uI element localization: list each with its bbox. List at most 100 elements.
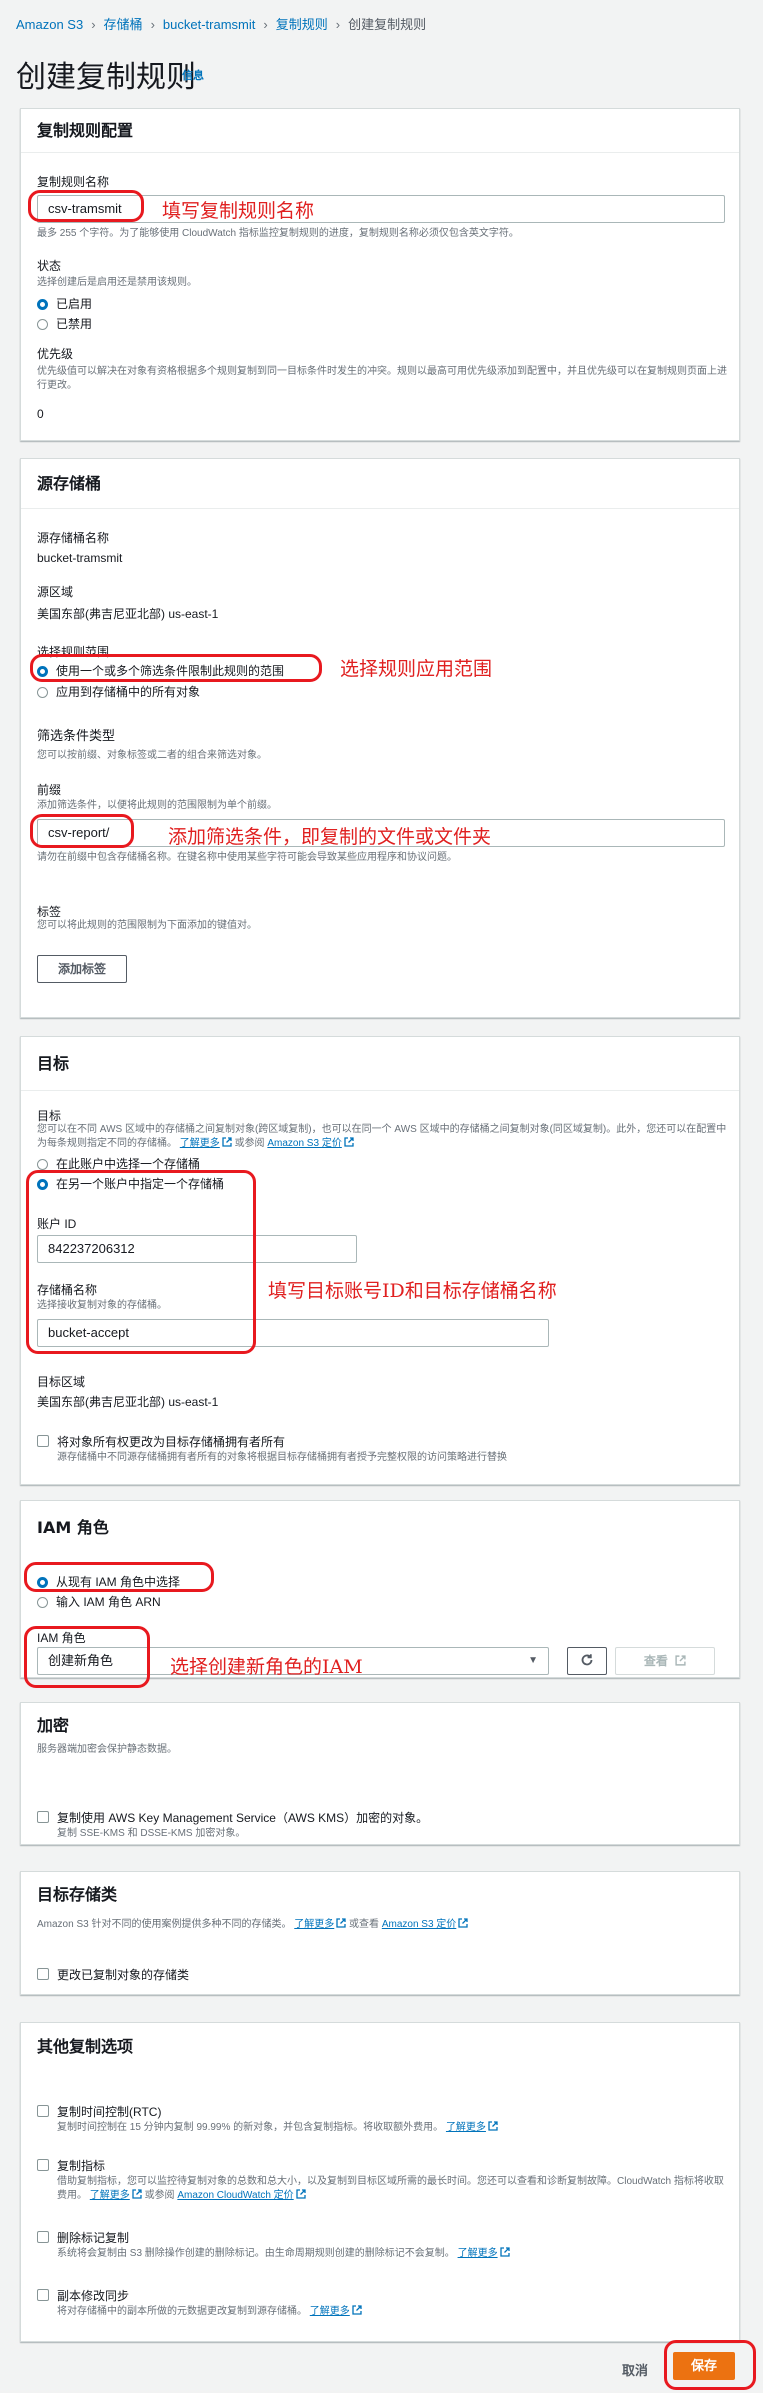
panel-header: 目标 <box>21 1037 739 1091</box>
view-role-button[interactable]: 查看 <box>615 1647 715 1675</box>
prefix-desc: 添加筛选条件，以便将此规则的范围限制为单个前缀。 <box>37 800 277 811</box>
dest-bucket-desc: 选择接收复制对象的存储桶。 <box>37 1300 167 1311</box>
rule-name-hint: 最多 255 个字符。为了能够使用 CloudWatch 指标监控复制规则的进度… <box>37 228 519 239</box>
replica-sync-desc: 将对存储桶中的副本所做的元数据更改复制到源存储桶。 了解更多 <box>57 2305 362 2319</box>
refresh-button[interactable] <box>567 1647 607 1675</box>
radio-selected[interactable] <box>37 1577 48 1589</box>
rule-config-panel: 复制规则配置 复制规则名称 csv-tramsmit 最多 255 个字符。为了… <box>20 108 740 441</box>
external-link-icon <box>344 1137 354 1147</box>
page-title: 创建复制规则 <box>16 60 196 95</box>
storage-class-desc: Amazon S3 针对不同的使用案例提供多种不同的存储类。 了解更多 或查看 … <box>37 1918 731 1932</box>
breadcrumb: Amazon S3 › 存储桶 › bucket-tramsmit › 复制规则 › 创建复制规… <box>16 14 426 33</box>
rule-name-label: 复制规则名称 <box>37 175 110 189</box>
radio-selected[interactable] <box>37 1179 48 1191</box>
tags-label: 标签 <box>37 905 62 919</box>
pricing-link[interactable]: Amazon S3 定价 <box>267 1138 341 1149</box>
external-link-icon <box>488 2121 498 2131</box>
filter-type-desc: 您可以按前缀、对象标签或二者的组合来筛选对象。 <box>37 750 267 761</box>
change-storage-class-label: 更改已复制对象的存储类 <box>57 1968 190 1982</box>
scope-label: 选择规则范围 <box>37 645 110 659</box>
scope-all-radio[interactable]: 应用到存储桶中的所有对象 <box>37 683 200 700</box>
priority-value: 0 <box>37 407 44 421</box>
annotation-note-iam: 选择创建新角色的IAM <box>170 1656 363 1678</box>
prefix-hint: 请勿在前缀中包含存储桶名称。在键名称中使用某些字符可能会导致某些应用程序和协议问… <box>37 852 457 863</box>
annotation-note-scope: 选择规则应用范围 <box>340 658 493 680</box>
kms-label: 复制使用 AWS Key Management Service（AWS KMS）… <box>57 1811 429 1825</box>
iam-role-label: IAM 角色 <box>37 1631 86 1645</box>
owner-override-label: 将对象所有权更改为目标存储桶拥有者所有 <box>57 1435 286 1449</box>
learn-more-link[interactable]: 了解更多 <box>90 2190 130 2201</box>
radio-unselected[interactable] <box>37 687 48 699</box>
dest-bucket-input[interactable]: bucket-accept <box>37 1319 549 1347</box>
breadcrumb-s3[interactable]: Amazon S3 <box>16 17 83 32</box>
delete-marker-label: 删除标记复制 <box>57 2231 130 2245</box>
source-bucket-value: bucket-tramsmit <box>37 551 123 565</box>
panel-header: 加密 <box>37 1716 70 1735</box>
dest-other-account-radio[interactable]: 在另一个账户中指定一个存储桶 <box>37 1175 224 1192</box>
scope-filter-radio[interactable]: 使用一个或多个筛选条件限制此规则的范围 <box>37 662 284 679</box>
external-link-icon <box>336 1918 346 1928</box>
status-desc: 选择创建后是启用还是禁用该规则。 <box>37 277 197 288</box>
dest-region-value: 美国东部(弗吉尼亚北部) us-east-1 <box>37 1395 219 1409</box>
storage-class-panel: 目标存储类 Amazon S3 针对不同的使用案例提供多种不同的存储类。 了解更… <box>20 1871 740 1995</box>
save-button[interactable]: 保存 <box>673 2352 735 2380</box>
dest-this-account-radio[interactable]: 在此账户中选择一个存储桶 <box>37 1155 200 1172</box>
iam-existing-radio[interactable]: 从现有 IAM 角色中选择 <box>37 1573 180 1590</box>
iam-arn-radio[interactable]: 输入 IAM 角色 ARN <box>37 1593 161 1610</box>
status-disabled-radio[interactable]: 已禁用 <box>37 315 92 332</box>
learn-more-link[interactable]: 了解更多 <box>180 1138 220 1149</box>
external-link-icon <box>296 2189 306 2199</box>
owner-override-checkbox[interactable] <box>37 1435 49 1447</box>
source-bucket-panel: 源存储桶 源存储桶名称 bucket-tramsmit 源区域 美国东部(弗吉尼… <box>20 458 740 1018</box>
radio-selected[interactable] <box>37 666 48 678</box>
radio-unselected[interactable] <box>37 319 48 331</box>
cancel-button[interactable]: 取消 <box>622 2360 648 2379</box>
replica-sync-label: 副本修改同步 <box>57 2289 130 2303</box>
learn-more-link[interactable]: 了解更多 <box>310 2306 350 2317</box>
radio-selected[interactable] <box>37 299 48 311</box>
annotation-note-dest: 填写目标账号ID和目标存储桶名称 <box>268 1280 557 1302</box>
panel-header: 其他复制选项 <box>37 2037 134 2056</box>
radio-unselected[interactable] <box>37 1159 48 1171</box>
source-bucket-label: 源存储桶名称 <box>37 531 110 545</box>
learn-more-link[interactable]: 了解更多 <box>446 2122 486 2133</box>
external-link-icon <box>222 1137 232 1147</box>
delete-marker-desc: 系统将会复制由 S3 删除操作创建的删除标记。由生命周期规则创建的删除标记不会复… <box>57 2247 510 2261</box>
destination-label: 目标 <box>37 1109 62 1123</box>
rule-name-input[interactable]: csv-tramsmit <box>37 195 725 223</box>
panel-header: 源存储桶 <box>21 459 739 509</box>
tags-desc: 您可以将此规则的范围限制为下面添加的键值对。 <box>37 920 257 931</box>
metrics-label: 复制指标 <box>57 2159 106 2173</box>
external-link-icon <box>675 1655 686 1666</box>
delete-marker-checkbox[interactable] <box>37 2231 49 2243</box>
prefix-label: 前缀 <box>37 783 62 797</box>
add-tag-button[interactable]: 添加标签 <box>37 955 127 983</box>
external-link-icon <box>132 2189 142 2199</box>
change-storage-class-checkbox[interactable] <box>37 1968 49 1980</box>
chevron-right-icon: › <box>263 17 268 32</box>
cloudwatch-pricing-link[interactable]: Amazon CloudWatch 定价 <box>177 2190 293 2201</box>
learn-more-link[interactable]: 了解更多 <box>458 2248 498 2259</box>
iam-role-panel: IAM 角色 从现有 IAM 角色中选择 输入 IAM 角色 ARN IAM 角… <box>20 1500 740 1678</box>
kms-desc: 复制 SSE-KMS 和 DSSE-KMS 加密对象。 <box>57 1828 246 1839</box>
metrics-checkbox[interactable] <box>37 2159 49 2171</box>
breadcrumb-buckets[interactable]: 存储桶 <box>104 17 143 32</box>
learn-more-link[interactable]: 了解更多 <box>294 1919 334 1930</box>
filter-type-label: 筛选条件类型 <box>37 728 116 743</box>
rtc-checkbox[interactable] <box>37 2105 49 2117</box>
account-id-input[interactable]: 842237206312 <box>37 1235 357 1263</box>
breadcrumb-bucket[interactable]: bucket-tramsmit <box>163 17 255 32</box>
priority-desc: 优先级值可以解决在对象有资格根据多个规则复制到同一目标条件时发生的冲突。规则以最… <box>37 366 727 391</box>
radio-unselected[interactable] <box>37 1597 48 1609</box>
kms-checkbox[interactable] <box>37 1811 49 1823</box>
source-region-label: 源区域 <box>37 585 74 599</box>
replica-sync-checkbox[interactable] <box>37 2289 49 2301</box>
status-enabled-radio[interactable]: 已启用 <box>37 295 92 312</box>
info-link[interactable]: 信息 <box>182 67 204 83</box>
panel-header: 复制规则配置 <box>21 109 739 153</box>
owner-override-desc: 源存储桶中不同源存储桶拥有者所有的对象将根据目标存储桶拥有者授予完整权限的访问策… <box>57 1452 507 1463</box>
pricing-link[interactable]: Amazon S3 定价 <box>382 1919 456 1930</box>
breadcrumb-replication-rules[interactable]: 复制规则 <box>276 17 328 32</box>
metrics-desc: 借助复制指标，您可以监控待复制对象的总数和总大小，以及复制到目标区域所需的最长时… <box>57 2176 724 2201</box>
rtc-desc: 复制时间控制在 15 分钟内复制 99.99% 的新对象，并包含复制指标。将收取… <box>57 2121 498 2135</box>
